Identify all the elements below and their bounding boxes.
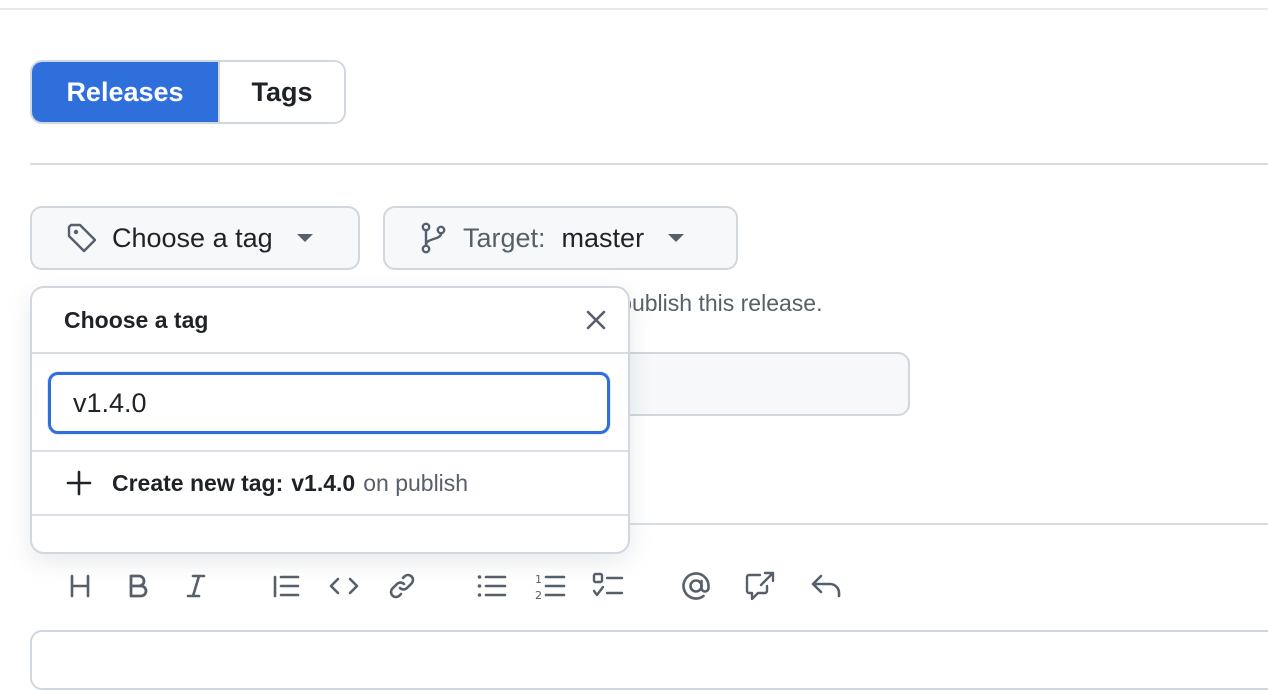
releases-tags-switcher: Releases Tags (30, 60, 346, 124)
plus-icon (66, 470, 92, 496)
dropdown-title: Choose a tag (64, 306, 209, 333)
italic-icon[interactable] (178, 568, 214, 604)
section-divider (30, 163, 1268, 165)
svg-text:1: 1 (535, 573, 542, 586)
svg-text:2: 2 (535, 589, 542, 601)
task-list-icon[interactable] (590, 568, 626, 604)
git-branch-icon (419, 222, 449, 254)
helper-text: u publish this release. (600, 290, 823, 316)
reply-icon[interactable] (808, 568, 844, 604)
heading-icon[interactable] (62, 568, 98, 604)
mention-icon[interactable] (678, 568, 714, 604)
bold-icon[interactable] (120, 568, 156, 604)
tag-filter-input[interactable] (48, 372, 610, 434)
code-icon[interactable] (326, 568, 362, 604)
cross-reference-icon[interactable] (742, 568, 778, 604)
choose-tag-button[interactable]: Choose a tag (30, 206, 360, 270)
chevron-down-icon (296, 234, 313, 242)
release-body-editor[interactable] (30, 630, 1268, 690)
quote-icon[interactable] (268, 568, 304, 604)
ordered-list-icon[interactable]: 12 (532, 568, 568, 604)
link-icon[interactable] (384, 568, 420, 604)
choose-tag-dropdown: Choose a tag Create new tag: v1.4.0 on p… (30, 286, 630, 554)
chevron-down-icon (668, 234, 685, 242)
dropdown-filter (32, 354, 628, 452)
dropdown-header: Choose a tag (32, 288, 628, 354)
tab-tags[interactable]: Tags (218, 62, 344, 122)
create-tag-suffix: on publish (363, 469, 469, 496)
create-tag-name: v1.4.0 (291, 469, 356, 496)
target-value: master (561, 222, 645, 253)
target-branch-button[interactable]: Target: master (383, 206, 738, 270)
choose-tag-label: Choose a tag (112, 222, 273, 253)
create-new-tag-option[interactable]: Create new tag: v1.4.0 on publish (32, 452, 628, 516)
close-icon[interactable] (584, 308, 608, 332)
tag-icon (66, 222, 98, 254)
unordered-list-icon[interactable] (474, 568, 510, 604)
tab-releases[interactable]: Releases (32, 62, 218, 122)
top-border (0, 0, 1268, 10)
target-label: Target: (463, 222, 546, 253)
create-tag-label: Create new tag: (112, 469, 284, 496)
